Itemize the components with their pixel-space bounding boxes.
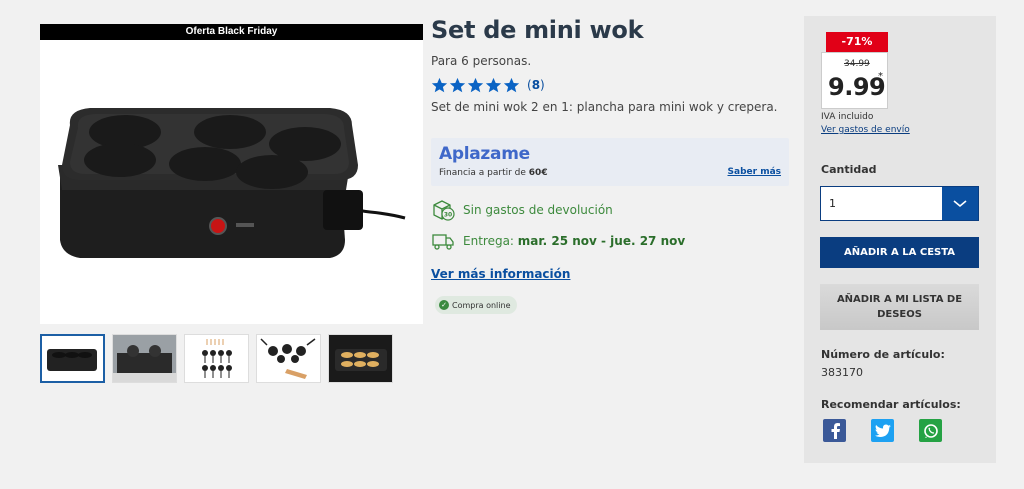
star-icon: [485, 77, 502, 92]
old-price: 34.99: [844, 59, 870, 69]
product-title: Set de mini wok: [431, 16, 644, 44]
thumbnail-image: [202, 339, 232, 378]
promo-banner: Oferta Black Friday: [40, 24, 423, 40]
delivery-info: Entrega: mar. 25 nov - jue. 27 nov: [431, 230, 685, 252]
free-returns: 30 Sin gastos de devolución: [431, 199, 613, 221]
thumbnail-5[interactable]: [328, 334, 393, 383]
whatsapp-icon[interactable]: [919, 419, 942, 442]
thumbnail-image: [260, 338, 316, 379]
discount-badge: -71%: [826, 32, 888, 52]
online-badge-label: Compra online: [452, 300, 511, 310]
star-icon: [449, 77, 466, 92]
chevron-down-icon[interactable]: [942, 187, 978, 220]
return-days-number: 30: [444, 212, 452, 219]
free-returns-label: Sin gastos de devolución: [463, 203, 613, 217]
quantity-select[interactable]: 1: [820, 186, 979, 221]
thumbnail-image: [47, 349, 97, 371]
more-info-link[interactable]: Ver más información: [431, 267, 570, 281]
shipping-cost-link[interactable]: Ver gastos de envío: [821, 125, 910, 135]
thumbnail-strip: [40, 334, 393, 383]
product-subtitle: Para 6 personas.: [431, 54, 532, 68]
delivery-prefix: Entrega:: [463, 234, 514, 248]
product-gallery: Oferta Black Friday: [40, 24, 423, 383]
facebook-icon[interactable]: [823, 419, 846, 442]
price-box: 34.99 9.99 *: [821, 52, 888, 109]
star-icon: [467, 77, 484, 92]
online-purchase-badge: ✓ Compra online: [435, 296, 517, 314]
add-to-wishlist-button[interactable]: AÑADIR A MI LISTA DE DESEOS: [820, 284, 979, 330]
article-number-label: Número de artículo:: [821, 348, 945, 361]
thumbnail-1[interactable]: [40, 334, 105, 383]
rating[interactable]: (8): [431, 75, 789, 95]
buy-box: -71% 34.99 9.99 * IVA incluido Ver gasto…: [804, 16, 996, 463]
thumbnail-4[interactable]: [256, 334, 321, 383]
add-to-cart-button[interactable]: AÑADIR A LA CESTA: [820, 237, 979, 268]
mini-wok-image: [58, 108, 406, 258]
twitter-icon[interactable]: [871, 419, 894, 442]
rating-count-link[interactable]: 8: [532, 78, 540, 92]
financing-prefix: Financia a partir de: [439, 168, 526, 178]
truck-icon: [432, 234, 454, 250]
vat-included: IVA incluido: [821, 112, 874, 122]
check-icon: ✓: [439, 300, 449, 310]
rating-count[interactable]: (8): [527, 78, 545, 92]
aplazame-financing-box: Aplazame Financia a partir de 60€ Saber …: [431, 138, 789, 186]
recommend-label: Recomendar artículos:: [821, 398, 961, 411]
delivery-dates: mar. 25 nov - jue. 27 nov: [517, 234, 686, 248]
quantity-value: 1: [829, 197, 836, 210]
main-product-image[interactable]: [40, 40, 423, 324]
quantity-label: Cantidad: [821, 163, 877, 176]
thumbnail-2[interactable]: [112, 334, 177, 383]
saber-mas-link[interactable]: Saber más: [728, 167, 781, 177]
thumbnail-image: [113, 335, 176, 382]
thumbnail-image: [329, 335, 392, 382]
article-number: 383170: [821, 366, 863, 379]
return-box-icon: 30: [433, 200, 455, 221]
star-icon: [431, 77, 448, 92]
current-price: 9.99: [828, 73, 886, 101]
price-footnote-mark: *: [878, 71, 883, 82]
aplazame-logo: Aplazame: [439, 144, 530, 164]
product-description: Set de mini wok 2 en 1: plancha para min…: [431, 100, 778, 114]
thumbnail-3[interactable]: [184, 334, 249, 383]
star-icon: [503, 77, 520, 92]
product-info: Set de mini wok Para 6 personas. (8) Set…: [431, 16, 789, 314]
financing-amount: 60€: [528, 168, 548, 178]
